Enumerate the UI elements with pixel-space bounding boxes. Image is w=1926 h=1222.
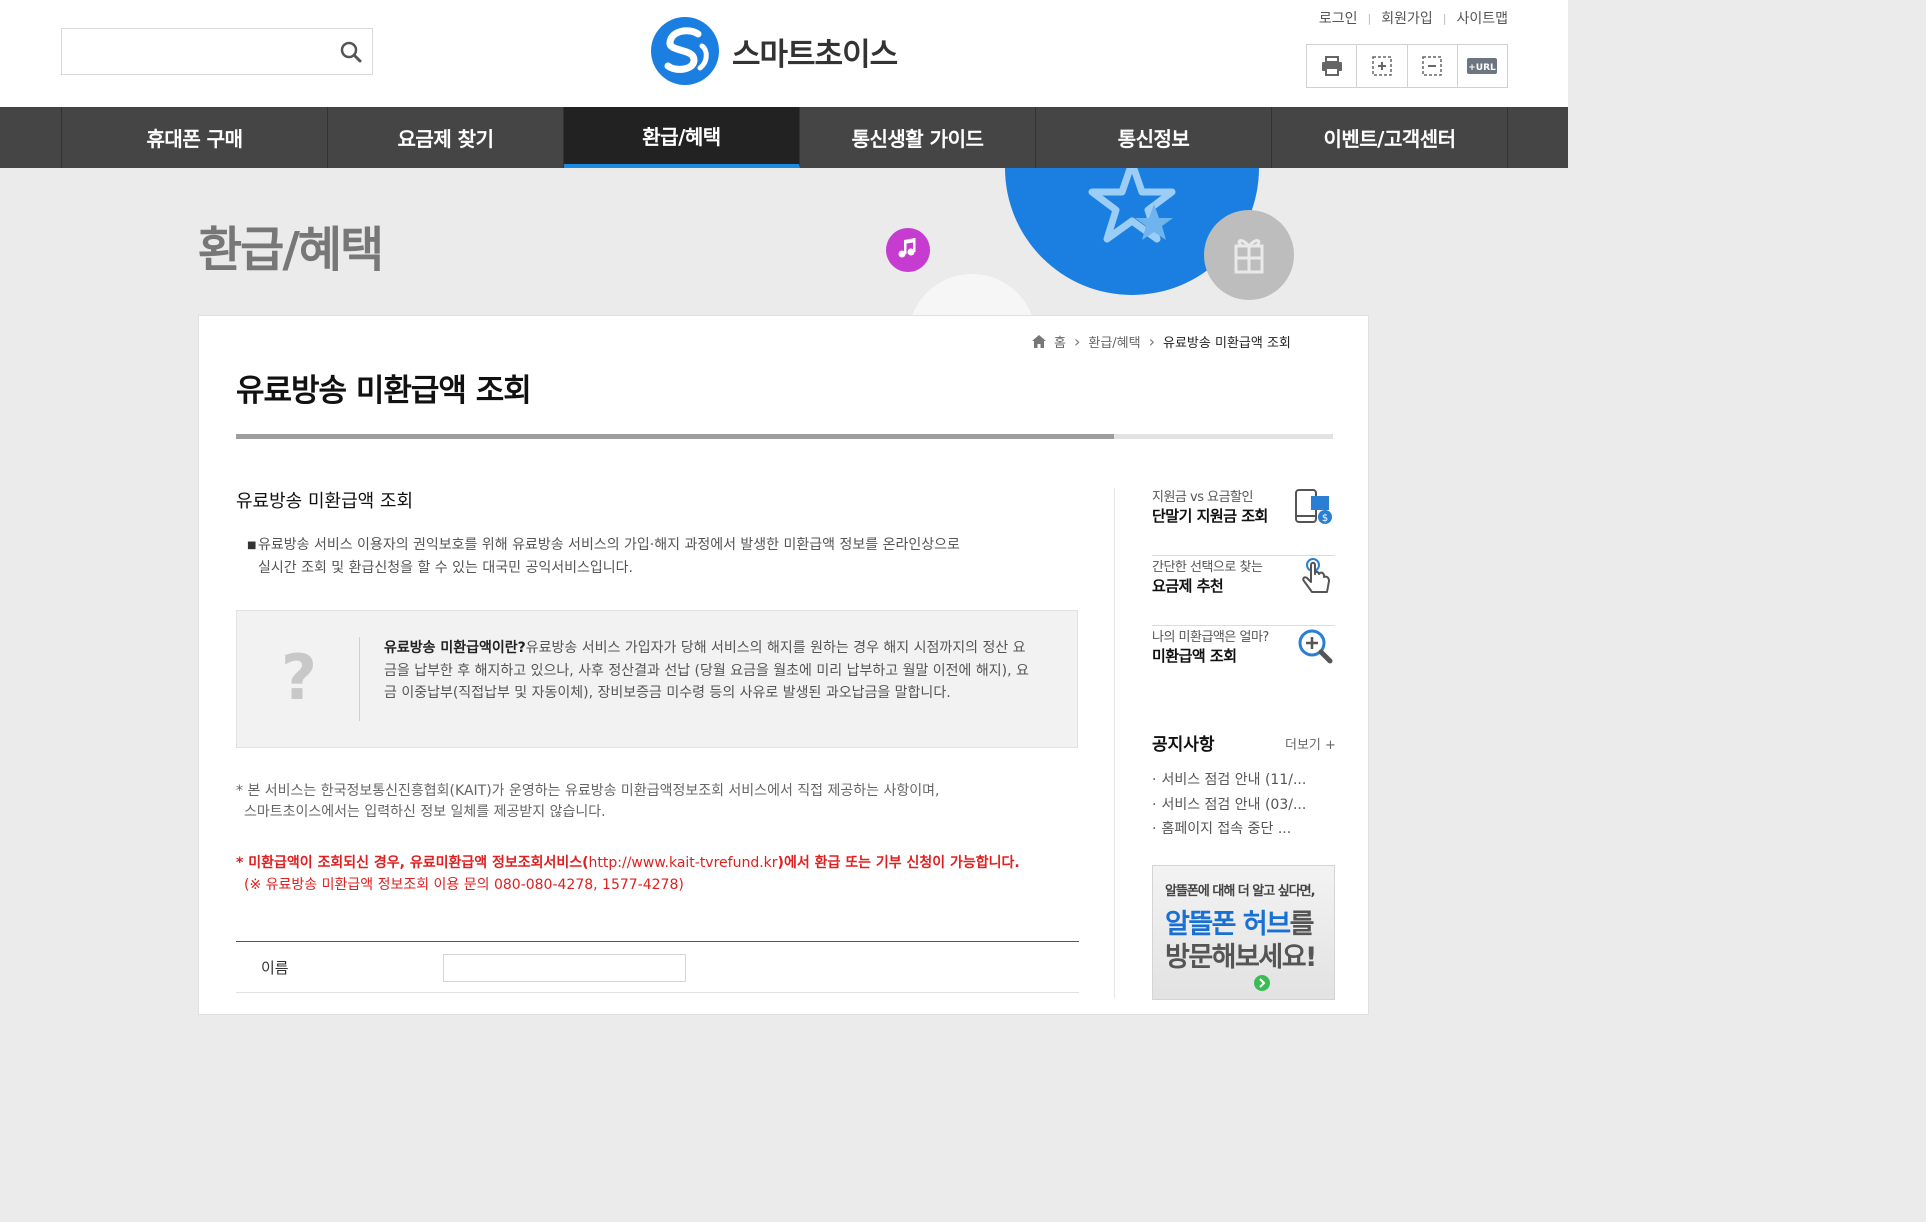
nav-telecom-guide[interactable]: 통신생활 가이드 xyxy=(800,107,1036,168)
notice-item[interactable]: 서비스 점검 안내 (11/... xyxy=(1152,768,1332,793)
banner-line3: 방문해보세요! xyxy=(1165,942,1317,973)
notice-more-link[interactable]: 더보기 + xyxy=(1285,734,1336,753)
search-box xyxy=(61,28,373,75)
service-note-line: * 본 서비스는 한국정보통신진흥협회(KAIT)가 운영하는 유료방송 미환급… xyxy=(236,783,940,799)
search-icon[interactable] xyxy=(338,39,364,65)
url-label: +URL xyxy=(1469,63,1497,73)
quick-link-title: 미환급액 조회 xyxy=(1152,647,1237,665)
quick-link-title: 요금제 추천 xyxy=(1152,577,1224,595)
printer-icon xyxy=(1321,56,1342,76)
print-button[interactable] xyxy=(1307,45,1358,87)
divider xyxy=(359,637,360,721)
notice-item[interactable]: 서비스 점검 안내 (03/... xyxy=(1152,793,1332,818)
utility-links: 로그인 | 회원가입 | 사이트맵 xyxy=(1300,8,1508,28)
svg-text:$: $ xyxy=(1322,513,1328,524)
main-navigation: 휴대폰 구매 요금제 찾기 환급/혜택 통신생활 가이드 통신정보 이벤트/고객… xyxy=(0,107,1568,168)
name-input[interactable] xyxy=(443,954,686,982)
quick-link-sub: 지원금 vs 요금할인 xyxy=(1152,490,1253,505)
form-row-divider xyxy=(236,992,1079,993)
notice-title: 공지사항 xyxy=(1152,735,1215,755)
hand-pointer-icon xyxy=(1302,558,1330,593)
chevron-right-icon: › xyxy=(1073,332,1081,351)
nav-refund-benefits[interactable]: 환급/혜택 xyxy=(564,107,800,168)
notice-item[interactable]: 홈페이지 접속 중단 ... xyxy=(1152,817,1332,842)
info-text: 유료방송 미환급액이란?유료방송 서비스 가입자가 당해 서비스의 해지를 원하… xyxy=(384,637,1034,705)
separator: | xyxy=(1442,11,1447,25)
quick-link-sub: 간단한 선택으로 찾는 xyxy=(1152,560,1263,575)
breadcrumb-home[interactable]: 홈 xyxy=(1054,332,1066,351)
question-mark-icon: ? xyxy=(281,641,317,714)
quick-link-plan-recommend[interactable]: 간단한 선택으로 찾는 요금제 추천 xyxy=(1152,556,1335,626)
title-progress-bar xyxy=(236,434,1333,439)
hero-decoration xyxy=(886,168,1294,318)
zoom-in-button[interactable] xyxy=(1357,45,1408,87)
logo-icon xyxy=(651,17,719,85)
section-heading: 환급/혜택 xyxy=(198,222,384,278)
quick-link-subsidy[interactable]: 지원금 vs 요금할인 단말기 지원금 조회 $ xyxy=(1152,486,1335,556)
refund-notice-line: * 미환급액이 조회되신 경우, 유료미환급액 정보조회서비스(http://w… xyxy=(236,855,1020,871)
signup-link[interactable]: 회원가입 xyxy=(1381,8,1433,28)
nav-event-support[interactable]: 이벤트/고객센터 xyxy=(1272,107,1508,168)
mvno-hub-banner[interactable]: 알뜰폰에 대해 더 알고 싶다면, 알뜰폰 허브를 방문해보세요! xyxy=(1152,865,1335,1000)
refund-url-link[interactable]: http://www.kait-tvrefund.kr xyxy=(589,855,778,871)
chevron-right-icon: › xyxy=(1148,332,1156,351)
page-title: 유료방송 미환급액 조회 xyxy=(236,373,532,409)
page-tools: +URL xyxy=(1306,44,1508,88)
side-divider xyxy=(1114,488,1115,998)
info-strong: 유료방송 미환급액이란? xyxy=(384,640,526,656)
intro-text: ■ 유료방송 서비스 이용자의 권익보호를 위해 유료방송 서비스의 가입·해지… xyxy=(247,534,1058,580)
notice-list: 서비스 점검 안내 (11/... 서비스 점검 안내 (03/... 홈페이지… xyxy=(1152,768,1332,842)
quick-link-sub: 나의 미환급액은 얼마? xyxy=(1152,630,1269,645)
name-label: 이름 xyxy=(261,959,289,977)
info-box: ? 유료방송 미환급액이란?유료방송 서비스 가입자가 당해 서비스의 해지를 … xyxy=(236,610,1078,748)
zoom-out-button[interactable] xyxy=(1408,45,1458,87)
quick-link-title: 단말기 지원금 조회 xyxy=(1152,507,1268,525)
refund-contact-line: (※ 유료방송 미환급액 정보조회 이용 문의 080-080-4278, 15… xyxy=(244,877,684,893)
service-note: * 본 서비스는 한국정보통신진흥협회(KAIT)가 운영하는 유료방송 미환급… xyxy=(236,781,1056,823)
nav-plan-search[interactable]: 요금제 찾기 xyxy=(328,107,564,168)
magnifier-plus-icon xyxy=(1298,629,1333,664)
copy-url-button[interactable]: +URL xyxy=(1458,45,1507,87)
service-note-line: 스마트초이스에서는 입력하신 정보 일체를 제공받지 않습니다. xyxy=(244,804,606,820)
intro-line: 유료방송 서비스 이용자의 권익보호를 위해 유료방송 서비스의 가입·해지 과… xyxy=(258,537,960,553)
section-title: 유료방송 미환급액 조회 xyxy=(236,491,414,512)
quick-link-refund-lookup[interactable]: 나의 미환급액은 얼마? 미환급액 조회 xyxy=(1152,626,1335,696)
zoom-in-icon xyxy=(1372,56,1392,76)
breadcrumb-current: 유료방송 미환급액 조회 xyxy=(1163,336,1291,351)
home-icon[interactable] xyxy=(1032,335,1046,348)
search-input[interactable] xyxy=(72,39,326,65)
breadcrumb: 홈 › 환급/혜택 › 유료방송 미환급액 조회 xyxy=(1032,332,1291,351)
url-icon: +URL xyxy=(1467,58,1498,74)
nav-phone-purchase[interactable]: 휴대폰 구매 xyxy=(62,107,328,168)
title-progress-fill xyxy=(236,434,1114,439)
sitemap-link[interactable]: 사이트맵 xyxy=(1456,8,1508,28)
logo-text: 스마트초이스 xyxy=(732,36,898,73)
banner-line1: 알뜰폰에 대해 더 알고 싶다면, xyxy=(1165,884,1316,899)
zoom-out-icon xyxy=(1422,56,1442,76)
refund-notice: * 미환급액이 조회되신 경우, 유료미환급액 정보조회서비스(http://w… xyxy=(236,852,1076,896)
site-logo[interactable]: 스마트초이스 xyxy=(650,16,930,86)
form-top-border xyxy=(236,941,1079,942)
phone-coin-icon: $ xyxy=(1295,489,1332,524)
separator: | xyxy=(1367,11,1372,25)
breadcrumb-level1[interactable]: 환급/혜택 xyxy=(1088,332,1140,351)
bullet-icon: ■ xyxy=(247,540,257,551)
intro-line: 실시간 조회 및 환급신청을 할 수 있는 대국민 공익서비스입니다. xyxy=(258,560,633,576)
nav-telecom-info[interactable]: 통신정보 xyxy=(1036,107,1272,168)
login-link[interactable]: 로그인 xyxy=(1319,8,1358,28)
banner-arrow-icon xyxy=(1254,975,1270,991)
